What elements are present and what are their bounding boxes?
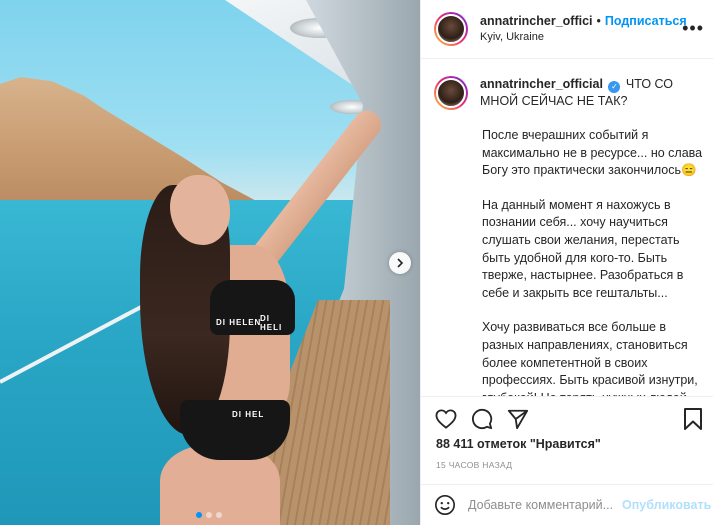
caption-avatar[interactable]: [434, 76, 468, 110]
avatar[interactable]: [434, 12, 468, 46]
comment-button[interactable]: [469, 406, 495, 432]
comment-icon: [471, 408, 493, 429]
heart-icon: [435, 408, 457, 429]
post-sidebar: annatrincher_offici • Подписаться Kyiv, …: [420, 0, 713, 525]
share-icon: [507, 409, 529, 429]
person-figure: DI HELEN DI HELI DI HEL: [140, 105, 387, 525]
save-button[interactable]: [680, 406, 706, 432]
swim-top-brand: DI HELEN: [216, 318, 262, 327]
post-photo[interactable]: DI HELEN DI HELI DI HEL: [0, 0, 420, 525]
verified-badge-icon: ✓: [608, 81, 621, 93]
caption-area: annatrincher_official ✓ ЧТО СО МНОЙ СЕЙЧ…: [421, 60, 713, 396]
swim-top: DI HELEN DI HELI: [210, 280, 295, 335]
comment-input[interactable]: [468, 498, 618, 512]
carousel-dot: [206, 512, 212, 518]
carousel-dots: [196, 512, 222, 518]
smiley-icon[interactable]: [434, 494, 456, 516]
chevron-right-icon: [397, 258, 404, 268]
caption-paragraph: Хочу развиваться все больше в разных нап…: [482, 320, 698, 396]
share-button[interactable]: [505, 406, 531, 432]
caption-username[interactable]: annatrincher_official: [480, 77, 603, 91]
publish-button[interactable]: Опубликовать: [622, 498, 711, 512]
caption-paragraph: После вчерашних событий я максимально не…: [482, 128, 703, 178]
follow-button[interactable]: Подписаться: [605, 14, 687, 29]
like-button[interactable]: [433, 406, 459, 432]
action-bar: [421, 396, 713, 440]
swim-top-brand-2: DI HELI: [260, 314, 283, 332]
swim-bottom-brand: DI HEL: [232, 410, 265, 419]
swim-bottom: DI HEL: [180, 400, 290, 460]
next-slide-button[interactable]: [389, 252, 411, 274]
more-options-icon[interactable]: •••: [682, 19, 704, 37]
carousel-dot: [196, 512, 202, 518]
caption-headline: annatrincher_official ✓ ЧТО СО МНОЙ СЕЙЧ…: [480, 76, 700, 110]
caption-paragraph: На данный момент я нахожусь в познании с…: [482, 197, 684, 300]
post-timestamp[interactable]: 15 ЧАСОВ НАЗАД: [436, 460, 512, 470]
location-link[interactable]: Kyiv, Ukraine: [480, 31, 687, 44]
likes-count[interactable]: 88 411 отметок "Нравится": [436, 437, 601, 451]
bookmark-icon: [684, 408, 702, 430]
separator-dot: •: [596, 13, 601, 28]
header-username[interactable]: annatrincher_offici: [480, 14, 593, 29]
carousel-dot: [216, 512, 222, 518]
comment-bar: Опубликовать: [421, 484, 713, 525]
post-header: annatrincher_offici • Подписаться Kyiv, …: [421, 0, 713, 59]
